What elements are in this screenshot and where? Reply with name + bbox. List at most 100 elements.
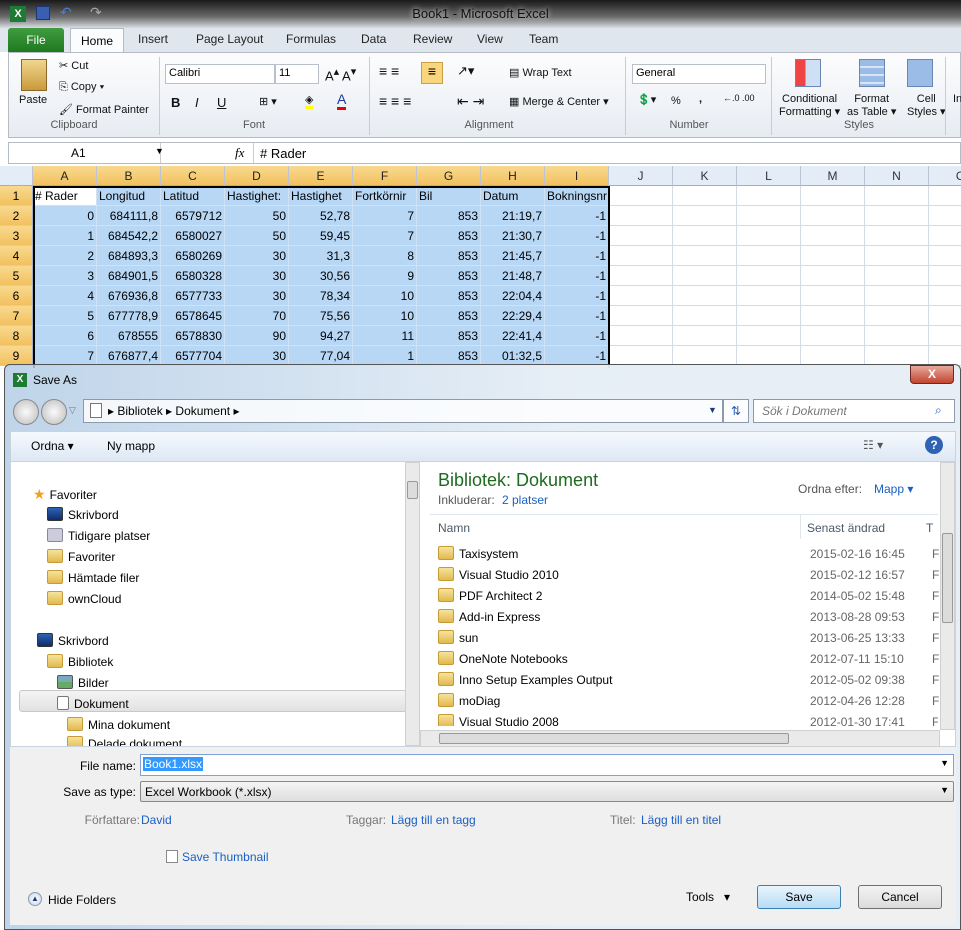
cell-I6[interactable]: -1 — [545, 286, 609, 306]
cell-L8[interactable] — [737, 326, 801, 346]
refresh-icon[interactable]: ⇅ — [723, 399, 749, 423]
borders-icon[interactable]: ⊞ ▾ — [259, 95, 277, 108]
cell-B6[interactable]: 676936,8 — [97, 286, 161, 306]
cell-J2[interactable] — [609, 206, 673, 226]
cut-button[interactable]: ✂ Cut — [59, 59, 88, 72]
cell-I1[interactable]: Bokningsnr — [545, 186, 609, 206]
cell-L9[interactable] — [737, 346, 801, 366]
cell-H9[interactable]: 01:32,5 — [481, 346, 545, 366]
cell-J9[interactable] — [609, 346, 673, 366]
cell-H2[interactable]: 21:19,7 — [481, 206, 545, 226]
cell-H5[interactable]: 21:48,7 — [481, 266, 545, 286]
cell-J3[interactable] — [609, 226, 673, 246]
column-modified[interactable]: Senast ändrad — [800, 515, 930, 539]
cell-B9[interactable]: 676877,4 — [97, 346, 161, 366]
cell-F2[interactable]: 7 — [353, 206, 417, 226]
tab-team[interactable]: Team — [529, 32, 558, 46]
grow-font-icon[interactable]: A▴ A▾ — [325, 65, 356, 83]
comma-button[interactable]: , — [699, 93, 702, 105]
cell-A4[interactable]: 2 — [33, 246, 97, 266]
cell-N3[interactable] — [865, 226, 929, 246]
row-header[interactable]: 1 — [0, 186, 33, 206]
cell-J5[interactable] — [609, 266, 673, 286]
save-button[interactable]: Save — [757, 885, 841, 909]
column-header-F[interactable]: F — [353, 166, 417, 186]
cell-C1[interactable]: Latitud — [161, 186, 225, 206]
save-thumbnail-checkbox[interactable] — [166, 850, 178, 863]
file-row[interactable]: PDF Architect 2 2014-05-02 15:48 F — [438, 586, 939, 607]
cell-M7[interactable] — [801, 306, 865, 326]
tab-data[interactable]: Data — [361, 32, 386, 46]
row-header[interactable]: 7 — [0, 306, 33, 326]
cell-E2[interactable]: 52,78 — [289, 206, 353, 226]
cancel-button[interactable]: Cancel — [858, 885, 942, 909]
number-format-select[interactable]: General — [632, 64, 766, 84]
nav-desktop[interactable]: Skrivbord — [37, 633, 109, 648]
cell-A3[interactable]: 1 — [33, 226, 97, 246]
cell-K2[interactable] — [673, 206, 737, 226]
cell-N2[interactable] — [865, 206, 929, 226]
cell-C8[interactable]: 6578830 — [161, 326, 225, 346]
file-row[interactable]: OneNote Notebooks 2012-07-11 15:10 F — [438, 649, 939, 670]
column-header-E[interactable]: E — [289, 166, 353, 186]
cell-I5[interactable]: -1 — [545, 266, 609, 286]
cell-D9[interactable]: 30 — [225, 346, 289, 366]
cell-E1[interactable]: Hastighet — [289, 186, 353, 206]
tags-value[interactable]: Lägg till en tagg — [391, 813, 476, 827]
cell-K3[interactable] — [673, 226, 737, 246]
nav-favorites[interactable]: ★ Favoriter — [33, 486, 97, 503]
save-thumbnail-label[interactable]: Save Thumbnail — [182, 850, 269, 864]
cell-E4[interactable]: 31,3 — [289, 246, 353, 266]
column-header-G[interactable]: G — [417, 166, 481, 186]
cell-J8[interactable] — [609, 326, 673, 346]
file-row[interactable]: moDiag 2012-04-26 12:28 F — [438, 691, 939, 712]
file-row[interactable]: sun 2013-06-25 13:33 F — [438, 628, 939, 649]
cell-C2[interactable]: 6579712 — [161, 206, 225, 226]
address-dropdown-icon[interactable]: ▼ — [708, 405, 717, 415]
nav-item-skrivbord[interactable]: Skrivbord — [47, 507, 119, 522]
cell-M2[interactable] — [801, 206, 865, 226]
close-button[interactable]: X — [910, 365, 954, 384]
cell-C4[interactable]: 6580269 — [161, 246, 225, 266]
cell-F4[interactable]: 8 — [353, 246, 417, 266]
align-bottom-icon[interactable]: ≡ — [421, 62, 443, 84]
column-header-H[interactable]: H — [481, 166, 545, 186]
wrap-text-button[interactable]: ▤ Wrap Text — [509, 66, 572, 79]
cell-M5[interactable] — [801, 266, 865, 286]
back-button[interactable] — [13, 399, 39, 425]
cell-I7[interactable]: -1 — [545, 306, 609, 326]
file-vertical-scrollbar[interactable] — [940, 462, 955, 730]
cell-J7[interactable] — [609, 306, 673, 326]
format-painter-button[interactable]: 🖌 Format Painter — [59, 103, 149, 116]
column-header-D[interactable]: D — [225, 166, 289, 186]
nav-libraries[interactable]: Bibliotek — [47, 654, 113, 669]
column-header-I[interactable]: I — [545, 166, 609, 186]
cell-F9[interactable]: 1 — [353, 346, 417, 366]
new-folder-button[interactable]: Ny mapp — [107, 439, 155, 453]
cell-M1[interactable] — [801, 186, 865, 206]
cell-J6[interactable] — [609, 286, 673, 306]
cell-D2[interactable]: 50 — [225, 206, 289, 226]
cell-K1[interactable] — [673, 186, 737, 206]
breadcrumb-dokument[interactable]: Dokument — [175, 404, 230, 418]
cell-A7[interactable]: 5 — [33, 306, 97, 326]
cell-E8[interactable]: 94,27 — [289, 326, 353, 346]
cell-A9[interactable]: 7 — [33, 346, 97, 366]
cell-N6[interactable] — [865, 286, 929, 306]
cell-E6[interactable]: 78,34 — [289, 286, 353, 306]
cell-E5[interactable]: 30,56 — [289, 266, 353, 286]
cell-O5[interactable] — [929, 266, 961, 286]
cell-N9[interactable] — [865, 346, 929, 366]
select-all-corner[interactable] — [0, 166, 33, 186]
cell-D4[interactable]: 30 — [225, 246, 289, 266]
cell-I9[interactable]: -1 — [545, 346, 609, 366]
cell-M8[interactable] — [801, 326, 865, 346]
file-name-input[interactable]: Book1.xlsx ▼ — [140, 754, 954, 776]
nav-item-shared-documents[interactable]: Delade dokument — [67, 736, 182, 746]
cell-I8[interactable]: -1 — [545, 326, 609, 346]
cell-H1[interactable]: Datum — [481, 186, 545, 206]
cell-O8[interactable] — [929, 326, 961, 346]
cell-C5[interactable]: 6580328 — [161, 266, 225, 286]
font-size-select[interactable]: 11 — [275, 64, 319, 84]
row-header[interactable]: 5 — [0, 266, 33, 286]
